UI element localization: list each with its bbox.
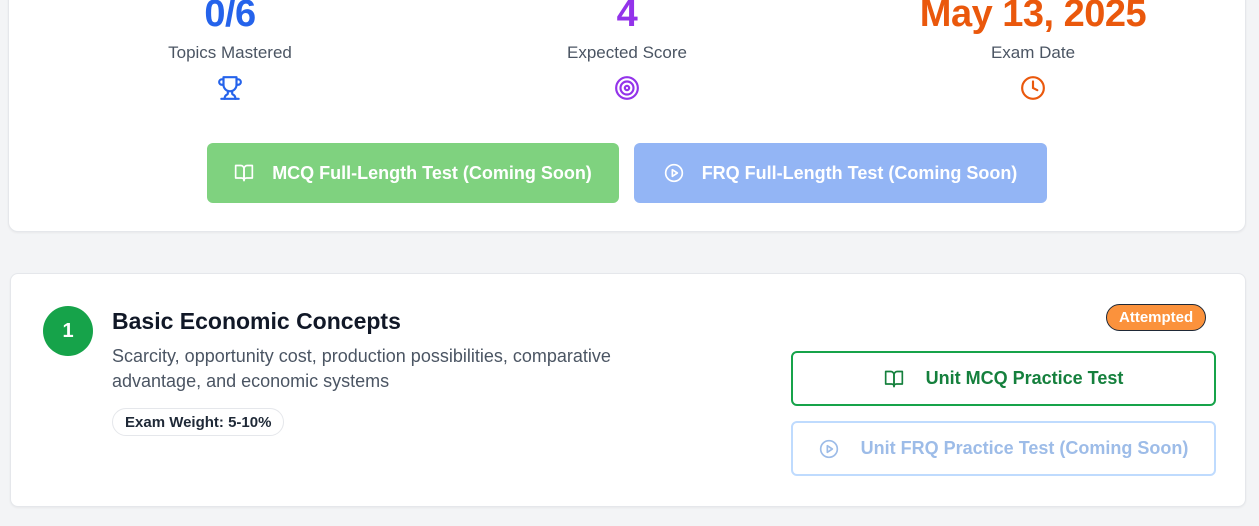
unit-frq-practice-test-label: Unit FRQ Practice Test (Coming Soon) (860, 438, 1189, 458)
clock-icon (1021, 76, 1045, 100)
mcq-full-length-test-button[interactable]: MCQ Full-Length Test (Coming Soon) (207, 143, 619, 203)
topics-mastered-value: 0/6 (204, 0, 256, 35)
stat-exam-date: May 13, 2025 Exam Date (883, 0, 1183, 101)
stats-card: 0/6 Topics Mastered 4 Expected Score May… (8, 0, 1246, 232)
topics-mastered-label: Topics Mastered (168, 43, 292, 62)
unit-title: Basic Economic Concepts (112, 308, 401, 334)
status-badge: Attempted (1106, 304, 1207, 331)
stat-expected-score: 4 Expected Score (477, 0, 777, 101)
frq-full-length-test-label: FRQ Full-Length Test (Coming Soon) (701, 162, 1018, 183)
exam-weight-badge: Exam Weight: 5-10% (112, 408, 285, 436)
target-icon (615, 76, 639, 100)
unit-description: Scarcity, opportunity cost, production p… (112, 346, 611, 391)
expected-score-label: Expected Score (566, 43, 687, 62)
exam-date-label: Exam Date (990, 43, 1076, 62)
book-open-icon (235, 164, 254, 182)
stat-topics-mastered: 0/6 Topics Mastered (80, 0, 380, 101)
exam-date-value: May 13, 2025 (919, 0, 1147, 35)
expected-score-value: 4 (616, 0, 638, 35)
unit-mcq-practice-test-label: Unit MCQ Practice Test (925, 368, 1124, 388)
play-circle-icon (664, 163, 683, 183)
unit-number-badge: 1 (43, 306, 93, 356)
play-circle-icon (819, 439, 838, 458)
book-open-icon (884, 370, 903, 387)
mcq-full-length-test-label: MCQ Full-Length Test (Coming Soon) (272, 162, 592, 183)
trophy-icon (218, 76, 242, 100)
unit-card: 1 Basic Economic Concepts Scarcity, oppo… (10, 273, 1246, 507)
unit-mcq-practice-test-button[interactable]: Unit MCQ Practice Test (791, 351, 1216, 406)
frq-full-length-test-button[interactable]: FRQ Full-Length Test (Coming Soon) (634, 143, 1047, 203)
unit-frq-practice-test-button[interactable]: Unit FRQ Practice Test (Coming Soon) (791, 421, 1216, 476)
